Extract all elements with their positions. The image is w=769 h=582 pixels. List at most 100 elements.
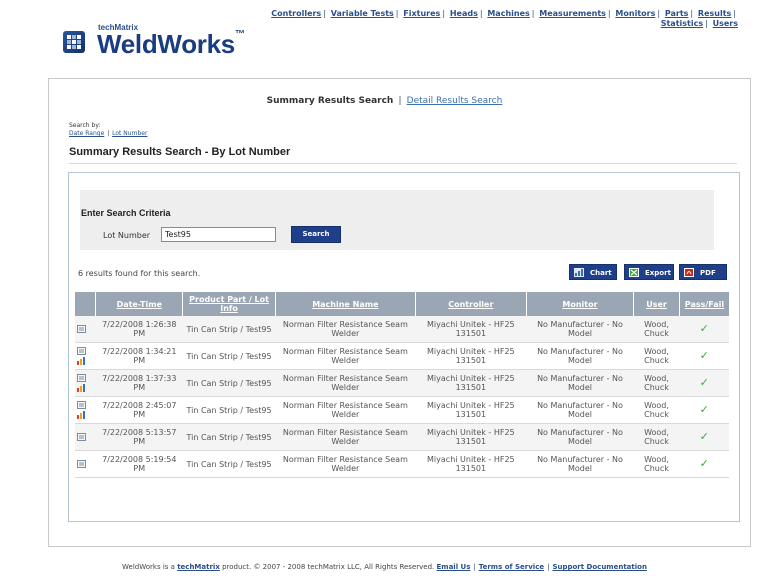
pass-check-icon: ✓	[699, 430, 709, 443]
footer-email-us-link[interactable]: Email Us	[437, 563, 471, 571]
cell-date-time: 7/22/2008 1:26:38 PM	[95, 316, 183, 343]
cell-product-part: Tin Can Strip / Test95	[182, 342, 276, 370]
row-chart-icon[interactable]	[77, 384, 86, 392]
cell-controller: Miyachi Unitek - HF25 131501	[415, 450, 527, 478]
nav-results[interactable]: Results	[698, 9, 731, 18]
detail-icon	[77, 325, 86, 333]
row-icons[interactable]	[75, 316, 96, 343]
nav-users[interactable]: Users	[713, 19, 738, 28]
detail-icon	[77, 347, 86, 355]
cell-pass-fail: ✓	[679, 423, 729, 451]
row-icons[interactable]	[75, 423, 96, 451]
cell-date-time: 7/22/2008 1:34:21 PM	[95, 342, 183, 370]
cell-machine-name: Norman Filter Resistance Seam Welder	[275, 316, 416, 343]
nav-controllers[interactable]: Controllers	[271, 9, 321, 18]
table-row[interactable]: 7/22/2008 5:13:57 PM Tin Can Strip / Test…	[75, 423, 729, 451]
search-by-date-range[interactable]: Date Range	[69, 130, 104, 137]
export-button[interactable]: Export	[624, 264, 674, 280]
row-chart-icon[interactable]	[77, 411, 86, 419]
nav-parts[interactable]: Parts	[665, 9, 689, 18]
pass-check-icon: ✓	[699, 403, 709, 416]
lot-number-input[interactable]	[161, 227, 276, 242]
cell-product-part: Tin Can Strip / Test95	[182, 369, 276, 397]
cell-pass-fail: ✓	[679, 316, 729, 343]
cell-date-time: 7/22/2008 2:45:07 PM	[95, 396, 183, 424]
logo-mark-icon	[63, 31, 85, 53]
footer: WeldWorks is a techMatrix product. © 200…	[122, 563, 647, 571]
pdf-button[interactable]: PDF	[679, 264, 727, 280]
cell-controller: Miyachi Unitek - HF25 131501	[415, 396, 527, 424]
pass-check-icon: ✓	[699, 457, 709, 470]
footer-support-link[interactable]: Support Documentation	[552, 563, 646, 571]
lot-number-label: Lot Number	[103, 231, 151, 240]
results-count: 6 results found for this search.	[78, 269, 201, 278]
nav-variable-tests[interactable]: Variable Tests	[331, 9, 394, 18]
cell-monitor: No Manufacturer - No Model	[526, 450, 634, 478]
column-product-part[interactable]: Product Part / Lot Info	[182, 292, 276, 316]
table-row[interactable]: 7/22/2008 1:37:33 PM Tin Can Strip / Test…	[75, 369, 729, 397]
logo-weldworks-text: WeldWorks™	[97, 29, 245, 59]
cell-controller: Miyachi Unitek - HF25 131501	[415, 369, 527, 397]
cell-pass-fail: ✓	[679, 342, 729, 370]
row-icons[interactable]	[75, 369, 96, 397]
nav-machines[interactable]: Machines	[487, 9, 529, 18]
footer-terms-link[interactable]: Terms of Service	[479, 563, 544, 571]
detail-icon	[77, 401, 86, 409]
cell-product-part: Tin Can Strip / Test95	[182, 316, 276, 343]
row-icons[interactable]	[75, 450, 96, 478]
cell-user: Wood, Chuck	[633, 396, 680, 424]
pdf-icon	[684, 268, 694, 277]
chart-button[interactable]: Chart	[569, 264, 617, 280]
tab-summary-results-search[interactable]: Summary Results Search	[267, 96, 394, 106]
table-row[interactable]: 7/22/2008 1:26:38 PM Tin Can Strip / Test…	[75, 316, 729, 343]
cell-user: Wood, Chuck	[633, 423, 680, 451]
column-controller[interactable]: Controller	[415, 292, 527, 316]
search-by-lot-number[interactable]: Lot Number	[112, 130, 147, 137]
cell-date-time: 7/22/2008 5:13:57 PM	[95, 423, 183, 451]
cell-user: Wood, Chuck	[633, 369, 680, 397]
cell-monitor: No Manufacturer - No Model	[526, 369, 634, 397]
chart-icon	[574, 268, 584, 277]
row-icons[interactable]	[75, 342, 96, 370]
results-table: Date-Time Product Part / Lot Info Machin…	[75, 292, 729, 478]
column-pass-fail[interactable]: Pass/Fail	[679, 292, 729, 316]
cell-pass-fail: ✓	[679, 450, 729, 478]
search-button[interactable]: Search	[291, 226, 341, 243]
cell-user: Wood, Chuck	[633, 316, 680, 343]
cell-controller: Miyachi Unitek - HF25 131501	[415, 342, 527, 370]
criteria-title: Enter Search Criteria	[81, 208, 171, 218]
pass-check-icon: ✓	[699, 349, 709, 362]
nav-monitors[interactable]: Monitors	[615, 9, 655, 18]
table-row[interactable]: 7/22/2008 2:45:07 PM Tin Can Strip / Test…	[75, 396, 729, 424]
nav-statistics[interactable]: Statistics	[661, 19, 703, 28]
detail-icon	[77, 460, 86, 468]
table-row[interactable]: 7/22/2008 5:19:54 PM Tin Can Strip / Test…	[75, 450, 729, 478]
row-icons[interactable]	[75, 396, 96, 424]
cell-monitor: No Manufacturer - No Model	[526, 423, 634, 451]
detail-icon	[77, 374, 86, 382]
cell-machine-name: Norman Filter Resistance Seam Welder	[275, 450, 416, 478]
footer-techmatrix-link[interactable]: techMatrix	[177, 563, 220, 571]
column-machine-name[interactable]: Machine Name	[275, 292, 416, 316]
detail-icon	[77, 433, 86, 441]
cell-machine-name: Norman Filter Resistance Seam Welder	[275, 423, 416, 451]
cell-user: Wood, Chuck	[633, 342, 680, 370]
pass-check-icon: ✓	[699, 376, 709, 389]
cell-controller: Miyachi Unitek - HF25 131501	[415, 316, 527, 343]
cell-machine-name: Norman Filter Resistance Seam Welder	[275, 396, 416, 424]
nav-measurements[interactable]: Measurements	[539, 9, 606, 18]
cell-machine-name: Norman Filter Resistance Seam Welder	[275, 369, 416, 397]
divider	[69, 163, 737, 164]
nav-heads[interactable]: Heads	[450, 9, 478, 18]
tab-detail-results-search[interactable]: Detail Results Search	[407, 96, 503, 106]
export-icon	[629, 268, 639, 277]
column-date-time[interactable]: Date-Time	[95, 292, 184, 316]
nav-fixtures[interactable]: Fixtures	[403, 9, 440, 18]
column-user[interactable]: User	[633, 292, 680, 316]
table-header-row: Date-Time Product Part / Lot Info Machin…	[75, 292, 729, 316]
pass-check-icon: ✓	[699, 322, 709, 335]
table-row[interactable]: 7/22/2008 1:34:21 PM Tin Can Strip / Test…	[75, 342, 729, 370]
cell-product-part: Tin Can Strip / Test95	[182, 396, 276, 424]
row-chart-icon[interactable]	[77, 357, 86, 365]
column-monitor[interactable]: Monitor	[526, 292, 635, 316]
